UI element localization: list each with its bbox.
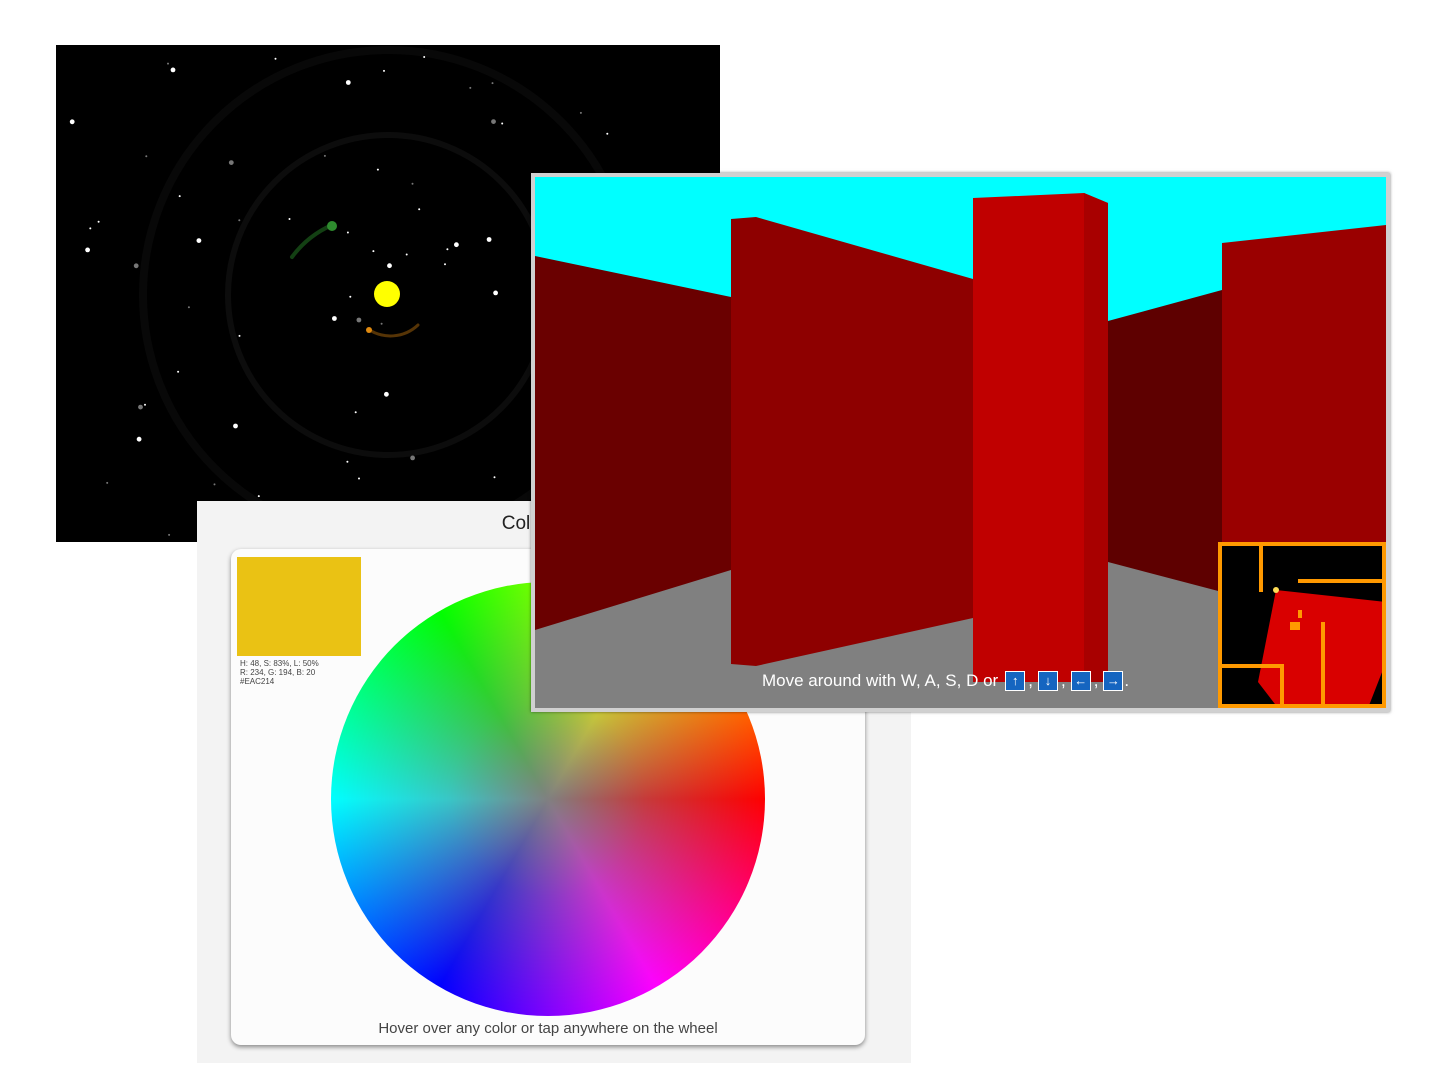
star xyxy=(383,69,385,72)
star xyxy=(106,481,109,484)
star xyxy=(354,411,357,414)
star xyxy=(170,67,176,73)
selected-color-swatch xyxy=(237,557,361,656)
instructions-text: Move around with W, A, S, D or xyxy=(762,671,999,690)
star xyxy=(144,403,146,406)
minimap-border xyxy=(1218,542,1386,708)
star xyxy=(446,248,449,251)
star xyxy=(187,306,190,309)
star xyxy=(238,219,241,222)
right-wall xyxy=(1108,290,1222,592)
star xyxy=(89,227,92,230)
green-planet-trail xyxy=(290,223,334,259)
star xyxy=(257,495,260,498)
star xyxy=(606,132,609,135)
star xyxy=(493,476,496,479)
green-planet xyxy=(327,221,337,231)
star xyxy=(356,317,362,323)
star xyxy=(85,247,90,253)
star xyxy=(491,119,496,124)
sun xyxy=(374,281,400,307)
star xyxy=(418,208,421,211)
star xyxy=(579,111,582,114)
star xyxy=(97,220,100,223)
star xyxy=(133,263,139,269)
star xyxy=(177,370,180,373)
star xyxy=(345,80,351,85)
star xyxy=(387,263,392,269)
wall-panel xyxy=(731,217,973,666)
separator: , xyxy=(1028,671,1033,690)
star xyxy=(376,168,379,171)
star xyxy=(346,231,349,234)
orange-planet-trail xyxy=(366,323,420,338)
star xyxy=(423,56,426,58)
hex-value: #EAC214 xyxy=(240,677,275,686)
maze-viewport[interactable]: Move around with W, A, S, D or ↑, ↓, ←, … xyxy=(535,177,1386,708)
star xyxy=(238,334,241,337)
left-wall xyxy=(535,256,731,630)
rgb-value: R: 234, G: 194, B: 20 xyxy=(240,668,316,677)
separator: , xyxy=(1093,671,1099,690)
star xyxy=(346,460,349,463)
star xyxy=(405,253,408,256)
orange-planet xyxy=(366,327,372,333)
star xyxy=(288,218,291,220)
star xyxy=(274,57,277,60)
star xyxy=(411,182,414,185)
hsl-value: H: 48, S: 83%, L: 50% xyxy=(240,659,319,668)
star xyxy=(168,533,171,536)
star xyxy=(469,86,472,89)
controls-instructions: Move around with W, A, S, D or ↑, ↓, ←, … xyxy=(762,671,1129,691)
star xyxy=(486,237,492,242)
star xyxy=(196,238,202,244)
star xyxy=(178,195,181,198)
instructions-end: . xyxy=(1124,671,1130,690)
star xyxy=(213,483,216,486)
center-pillar-side xyxy=(1084,193,1108,682)
maze-game-window: Move around with W, A, S, D or ↑, ↓, ←, … xyxy=(531,173,1390,712)
selected-color-info: H: 48, S: 83%, L: 50% R: 234, G: 194, B:… xyxy=(240,659,319,686)
star xyxy=(384,391,389,397)
down-arrow-key-icon: ↓ xyxy=(1037,671,1058,691)
star xyxy=(410,455,415,461)
minimap xyxy=(1218,542,1386,708)
star xyxy=(145,155,148,158)
right-arrow-key-icon: → xyxy=(1103,671,1124,691)
star xyxy=(349,295,352,298)
star xyxy=(493,290,498,296)
hint-text: Hover over any color or tap anywhere on … xyxy=(378,1020,718,1037)
star xyxy=(167,62,169,65)
star xyxy=(332,316,337,321)
star xyxy=(501,122,504,125)
star xyxy=(444,263,446,266)
star xyxy=(136,436,142,442)
left-arrow-key-icon: ← xyxy=(1070,671,1091,691)
star xyxy=(228,160,234,165)
star xyxy=(454,242,459,248)
separator: , xyxy=(1060,671,1066,690)
star xyxy=(358,477,360,480)
up-arrow-key-icon: ↑ xyxy=(1005,671,1026,691)
star xyxy=(372,250,375,253)
star xyxy=(380,322,383,325)
star xyxy=(491,82,494,85)
star xyxy=(233,423,238,429)
star xyxy=(323,154,326,157)
star xyxy=(138,404,143,410)
star xyxy=(69,119,75,125)
